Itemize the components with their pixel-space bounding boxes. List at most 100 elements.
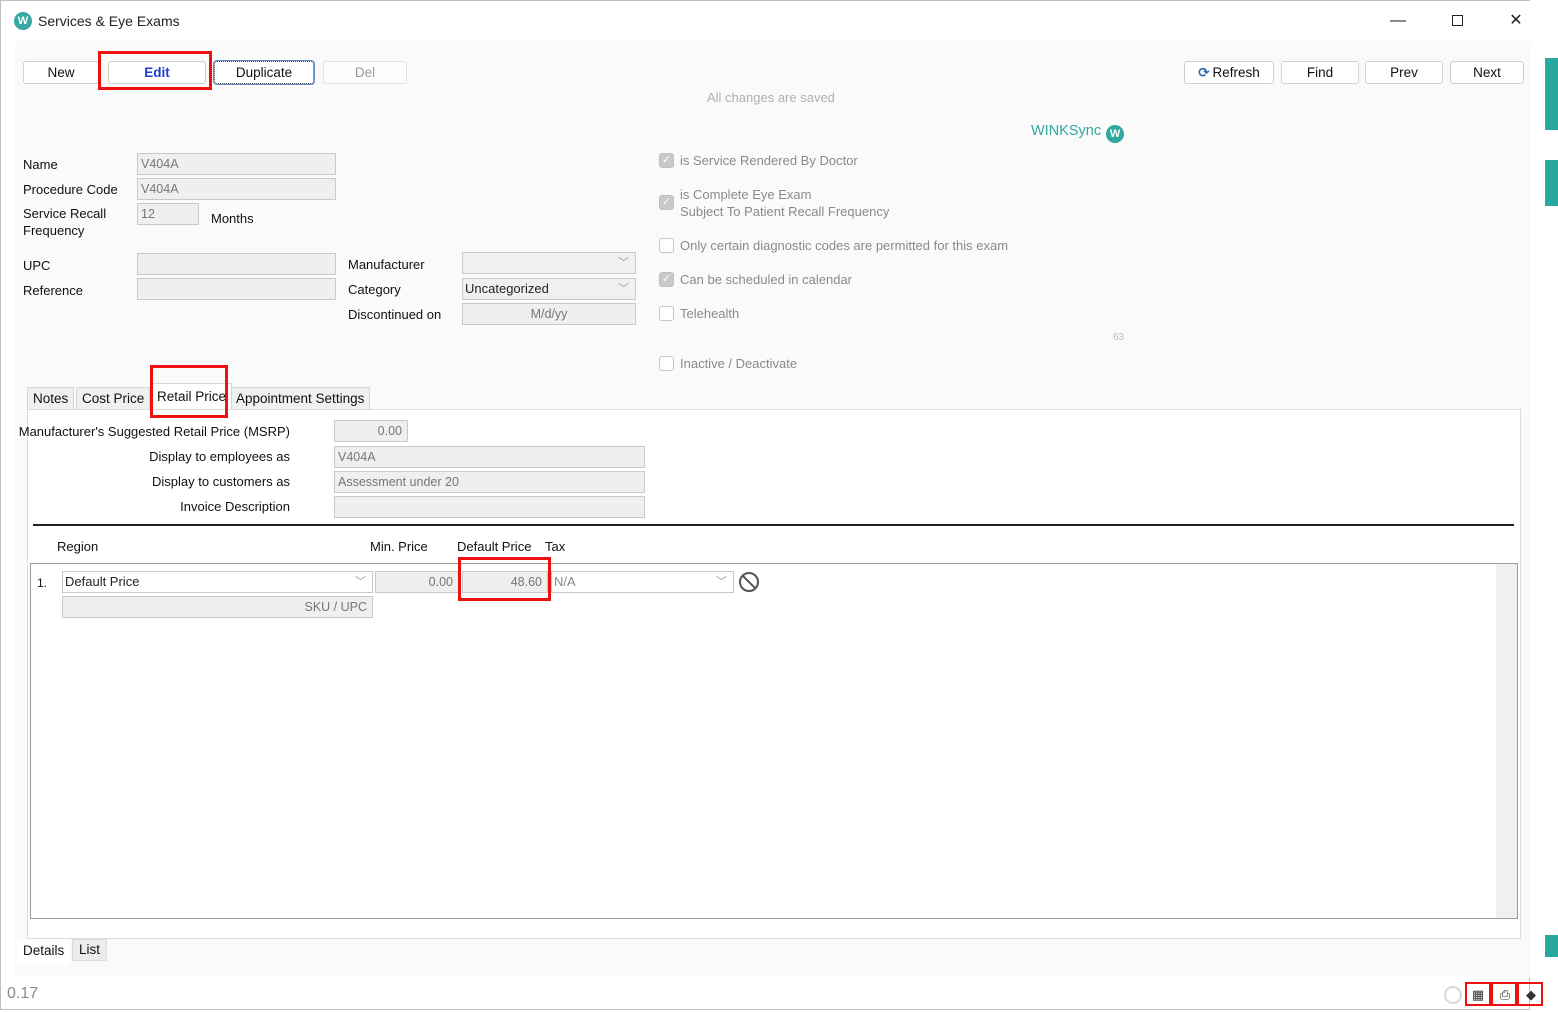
inactive-label: Inactive / Deactivate	[680, 356, 798, 371]
loading-circle-icon	[1444, 986, 1462, 1004]
region-select[interactable]: Default Price ﹀	[62, 571, 373, 593]
checkbox-unchecked-icon	[659, 356, 674, 371]
chevron-down-icon: ﹀	[618, 257, 629, 269]
close-button[interactable]: ✕	[1493, 7, 1539, 35]
background-window-fragment	[1545, 58, 1558, 130]
winksync-link[interactable]: WINKSync W	[1031, 123, 1125, 143]
section-divider	[33, 524, 1514, 526]
title-bar: W Services & Eye Exams — ✕	[1, 1, 1531, 41]
tab-retail-price[interactable]: Retail Price	[151, 383, 233, 409]
name-field[interactable]: V404A	[137, 153, 336, 175]
barcode-scanner-icon[interactable]: ▦	[1468, 985, 1488, 1005]
chevron-down-icon: ﹀	[716, 576, 727, 588]
tab-details[interactable]: Details	[17, 939, 71, 965]
rendered-by-doctor-label: is Service Rendered By Doctor	[680, 153, 858, 168]
category-select[interactable]: Uncategorized ﹀	[462, 278, 636, 300]
complete-eye-exam-label: is Complete Eye Exam	[680, 187, 812, 202]
tax-value: N/A	[554, 574, 576, 589]
edit-button[interactable]: Edit	[108, 61, 206, 84]
maximize-button[interactable]	[1434, 7, 1480, 35]
msrp-field[interactable]: 0.00	[334, 420, 408, 442]
default-price-field[interactable]: 48.60	[462, 571, 548, 593]
checkbox-unchecked-icon	[659, 238, 674, 253]
rendered-by-doctor-checkbox[interactable]: ✓ is Service Rendered By Doctor	[659, 152, 858, 169]
find-button[interactable]: Find	[1281, 61, 1359, 84]
printer-icon[interactable]: ⎙	[1495, 985, 1515, 1005]
display-employees-label: Display to employees as	[149, 449, 290, 464]
prev-button[interactable]: Prev	[1365, 61, 1443, 84]
discontinued-label: Discontinued on	[348, 307, 442, 322]
invoice-description-field[interactable]	[334, 496, 645, 518]
upc-label: UPC	[23, 258, 51, 273]
tab-list[interactable]: List	[72, 939, 108, 961]
display-customers-field[interactable]: Assessment under 20	[334, 471, 645, 493]
reference-field[interactable]	[137, 278, 336, 300]
winksync-icon: W	[1106, 125, 1125, 143]
tab-notes[interactable]: Notes	[27, 387, 75, 409]
manufacturer-select[interactable]: ﹀	[462, 252, 636, 274]
recall-unit-label: Months	[211, 211, 254, 226]
chevron-down-icon: ﹀	[355, 576, 366, 588]
min-price-column-header: Min. Price	[370, 539, 428, 554]
next-button[interactable]: Next	[1450, 61, 1524, 84]
region-value: Default Price	[65, 574, 140, 589]
diagnostic-codes-label: Only certain diagnostic codes are permit…	[680, 238, 1009, 253]
minimize-button[interactable]: —	[1375, 7, 1421, 35]
tax-column-header: Tax	[545, 539, 566, 554]
telehealth-checkbox[interactable]: Telehealth	[659, 305, 739, 322]
complete-eye-exam-sublabel: Subject To Patient Recall Frequency	[680, 204, 890, 219]
complete-eye-exam-checkbox[interactable]: ✓ is Complete Eye Exam Subject To Patient …	[659, 186, 889, 220]
card-reader-icon[interactable]: ◆	[1521, 985, 1541, 1005]
default-price-column-header: Default Price	[457, 539, 532, 554]
background-window-fragment	[1545, 935, 1558, 957]
background-window-fragment	[1545, 160, 1558, 206]
inactive-checkbox[interactable]: Inactive / Deactivate	[659, 355, 797, 372]
procedure-code-label: Procedure Code	[23, 182, 118, 197]
refresh-icon: ⟳	[1198, 65, 1210, 80]
min-price-field[interactable]: 0.00	[375, 571, 459, 593]
winksync-label: WINKSync	[1031, 123, 1102, 139]
tab-cost-price[interactable]: Cost Price	[76, 387, 151, 409]
invoice-description-label: Invoice Description	[180, 499, 290, 514]
calendar-schedulable-checkbox[interactable]: ✓ Can be scheduled in calendar	[659, 271, 852, 288]
sku-upc-field[interactable]: SKU / UPC	[62, 596, 373, 618]
display-employees-field[interactable]: V404A	[334, 446, 645, 468]
telehealth-label: Telehealth	[680, 306, 740, 321]
discontinued-date-field[interactable]: M/d/yy	[462, 303, 636, 325]
services-window: W Services & Eye Exams — ✕ New Edit Dupl…	[0, 0, 1536, 1010]
new-button[interactable]: New	[23, 61, 99, 84]
row-number: 1.	[37, 576, 48, 590]
recall-label-line1: Service Recall	[23, 206, 107, 221]
region-column-header: Region	[57, 539, 99, 554]
version-label: 0.17	[7, 985, 39, 1002]
recall-label-line2: Frequency	[23, 223, 85, 238]
checkbox-checked-icon: ✓	[659, 195, 674, 210]
tab-appointment-settings[interactable]: Appointment Settings	[230, 387, 371, 409]
screen: { "window": { "title": "Services & Eye E…	[0, 0, 1558, 1012]
price-table-scrollbar[interactable]	[1496, 564, 1517, 918]
reference-label: Reference	[23, 283, 83, 298]
tax-select[interactable]: N/A ﹀	[551, 571, 734, 593]
checkbox-checked-icon: ✓	[659, 153, 674, 168]
calendar-schedulable-label: Can be scheduled in calendar	[680, 272, 853, 287]
name-label: Name	[23, 157, 58, 172]
checkbox-checked-icon: ✓	[659, 272, 674, 287]
diagnostic-codes-checkbox[interactable]: Only certain diagnostic codes are permit…	[659, 237, 1008, 254]
window-title: Services & Eye Exams	[38, 13, 180, 29]
wink-logo-icon: W	[14, 12, 32, 30]
procedure-code-field[interactable]: V404A	[137, 178, 336, 200]
manufacturer-label: Manufacturer	[348, 257, 425, 272]
delete-button[interactable]: Del	[323, 61, 407, 84]
remove-row-icon[interactable]	[739, 572, 759, 592]
category-label: Category	[348, 282, 401, 297]
upc-field[interactable]	[137, 253, 336, 275]
checkbox-unchecked-icon	[659, 306, 674, 321]
save-status-text: All changes are saved	[707, 90, 835, 105]
chevron-down-icon: ﹀	[618, 283, 629, 295]
duplicate-button[interactable]: Duplicate	[213, 60, 315, 85]
msrp-label: Manufacturer's Suggested Retail Price (M…	[18, 424, 290, 439]
refresh-label: Refresh	[1212, 65, 1260, 80]
maximize-icon	[1451, 15, 1463, 27]
recall-frequency-field[interactable]: 12	[137, 203, 199, 225]
refresh-button[interactable]: ⟳ Refresh	[1184, 61, 1274, 84]
